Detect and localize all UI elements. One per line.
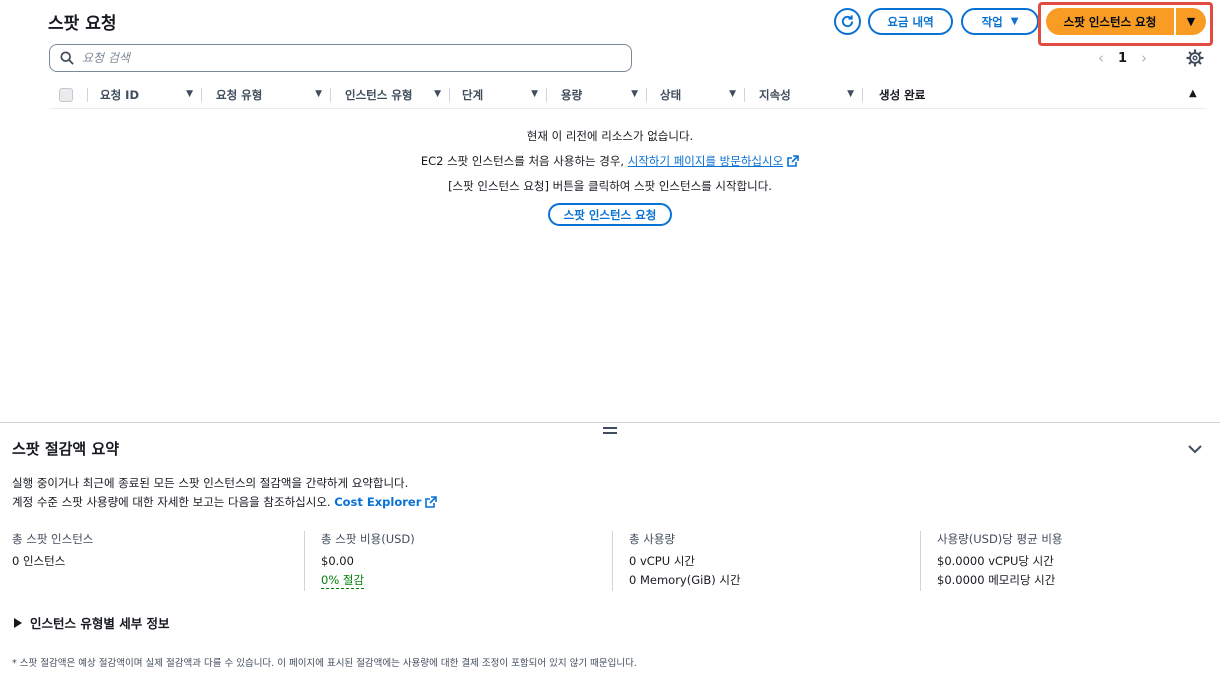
sort-icon: ▼ bbox=[434, 89, 441, 99]
metric-value: 0 인스턴스 bbox=[12, 554, 66, 568]
chevron-down-icon[interactable] bbox=[1187, 443, 1203, 455]
metric-total-spot-instances: 총 스팟 인스턴스 0 인스턴스 bbox=[12, 530, 292, 590]
column-header-request-type[interactable]: 요청 유형 ▼ bbox=[202, 84, 330, 106]
select-all-checkbox[interactable] bbox=[59, 88, 73, 102]
metric-value: 0 Memory(GiB) 시간 bbox=[629, 573, 741, 587]
savings-summary-description: 실행 중이거나 최근에 종료된 모든 스팟 인스턴스의 절감액을 간략하게 요약… bbox=[12, 474, 438, 512]
column-header-persistence[interactable]: 지속성 ▼ bbox=[745, 84, 862, 106]
metric-average-cost: 사용량(USD)당 평균 비용 $0.0000 vCPU당 시간 $0.0000… bbox=[937, 530, 1207, 590]
column-header-label: 용량 bbox=[561, 88, 583, 102]
metric-label: 총 스팟 인스턴스 bbox=[12, 532, 94, 546]
description-prefix: 계정 수준 스팟 사용량에 대한 자세한 보고는 다음을 참조하십시오. bbox=[12, 495, 335, 509]
caret-down-icon: ▼ bbox=[1010, 16, 1019, 27]
sort-icon: ▼ bbox=[847, 89, 854, 99]
column-header-label: 요청 ID bbox=[100, 88, 139, 102]
caret-right-icon bbox=[14, 617, 22, 628]
empty-state-getting-started: EC2 스팟 인스턴스를 처음 사용하는 경우, 시작하기 페이지를 방문하십시… bbox=[0, 151, 1220, 176]
metric-divider bbox=[304, 531, 305, 591]
description-line: 실행 중이거나 최근에 종료된 모든 스팟 인스턴스의 절감액을 간략하게 요약… bbox=[12, 476, 409, 490]
metric-label: 사용량(USD)당 평균 비용 bbox=[937, 532, 1063, 546]
resize-handle-icon[interactable] bbox=[603, 427, 617, 435]
empty-state-request-spot-button[interactable]: 스팟 인스턴스 요청 bbox=[548, 203, 672, 226]
refresh-icon bbox=[841, 15, 854, 28]
request-spot-instances-label: 스팟 인스턴스 요청 bbox=[1063, 14, 1157, 29]
metric-total-usage: 총 사용량 0 vCPU 시간 0 Memory(GiB) 시간 bbox=[629, 530, 909, 590]
request-spot-instances-dropdown-button[interactable]: ▼ bbox=[1176, 8, 1206, 35]
metric-total-spot-cost: 총 스팟 비용(USD) $0.00 0% 절감 bbox=[321, 530, 601, 590]
metric-value: $0.0000 vCPU당 시간 bbox=[937, 554, 1054, 568]
getting-started-link[interactable]: 시작하기 페이지를 방문하십시오 bbox=[628, 154, 783, 168]
spot-requests-page: 스팟 요청 요금 내역 작업 ▼ 스팟 인스턴스 요청 ▼ ‹ 1 › bbox=[0, 0, 1220, 696]
metric-value: $0.0000 메모리당 시간 bbox=[937, 573, 1056, 587]
current-page-number[interactable]: 1 bbox=[1118, 51, 1127, 66]
sort-icon: ▼ bbox=[631, 89, 638, 99]
empty-state: 현재 이 리전에 리소스가 없습니다. EC2 스팟 인스턴스를 처음 사용하는… bbox=[0, 126, 1220, 226]
sort-ascending-icon[interactable]: ▲ bbox=[1189, 88, 1197, 99]
empty-state-instructions: [스팟 인스턴스 요청] 버튼을 클릭하여 스팟 인스턴스를 시작합니다. bbox=[448, 179, 772, 193]
column-header-label: 인스턴스 유형 bbox=[345, 88, 413, 102]
billing-history-button[interactable]: 요금 내역 bbox=[868, 8, 953, 35]
empty-state-prefix: EC2 스팟 인스턴스를 처음 사용하는 경우, bbox=[420, 154, 628, 168]
column-header-label: 단계 bbox=[462, 88, 484, 102]
page-title: 스팟 요청 bbox=[48, 14, 117, 34]
metric-value: $0.00 bbox=[321, 554, 354, 568]
column-header-request-id[interactable]: 요청 ID ▼ bbox=[88, 84, 201, 106]
savings-summary-title: 스팟 절감액 요약 bbox=[12, 440, 120, 458]
column-header-created[interactable]: 생성 완료 bbox=[863, 84, 1203, 106]
empty-state-button-label: 스팟 인스턴스 요청 bbox=[563, 207, 657, 222]
instance-type-details-toggle[interactable]: 인스턴스 유형별 세부 정보 bbox=[14, 613, 170, 632]
gear-icon[interactable] bbox=[1186, 49, 1204, 67]
search-input[interactable] bbox=[82, 51, 602, 65]
cost-explorer-link[interactable]: Cost Explorer bbox=[334, 495, 421, 509]
caret-down-icon: ▼ bbox=[1186, 15, 1196, 28]
metric-value: 0 vCPU 시간 bbox=[629, 554, 695, 568]
column-header-phase[interactable]: 단계 ▼ bbox=[450, 84, 546, 106]
refresh-button[interactable] bbox=[834, 8, 861, 35]
empty-state-message: 현재 이 리전에 리소스가 없습니다. bbox=[526, 129, 694, 143]
column-header-label: 지속성 bbox=[759, 88, 791, 102]
column-header-instance-type[interactable]: 인스턴스 유형 ▼ bbox=[331, 84, 449, 106]
table-header: 요청 ID ▼ 요청 유형 ▼ 인스턴스 유형 ▼ 단계 ▼ 용량 ▼ 상태 ▼ bbox=[49, 84, 1207, 109]
details-label: 인스턴스 유형별 세부 정보 bbox=[30, 616, 170, 631]
external-link-icon bbox=[425, 496, 438, 508]
search-field[interactable] bbox=[49, 44, 632, 72]
sort-icon: ▼ bbox=[315, 89, 322, 99]
pagination: ‹ 1 › bbox=[1098, 48, 1147, 68]
previous-page-icon[interactable]: ‹ bbox=[1098, 49, 1104, 67]
request-spot-instances-button[interactable]: 스팟 인스턴스 요청 bbox=[1046, 8, 1174, 35]
search-icon bbox=[60, 51, 74, 65]
actions-label: 작업 bbox=[981, 14, 1003, 29]
column-header-label: 요청 유형 bbox=[216, 88, 263, 102]
sort-icon: ▼ bbox=[186, 89, 193, 99]
savings-footnote: * 스팟 절감액은 예상 절감액이며 실제 절감액과 다를 수 있습니다. 이 … bbox=[12, 658, 637, 669]
savings-percentage[interactable]: 0% 절감 bbox=[321, 573, 365, 589]
actions-dropdown-button[interactable]: 작업 ▼ bbox=[961, 8, 1039, 35]
metric-divider bbox=[612, 531, 613, 591]
column-header-status[interactable]: 상태 ▼ bbox=[647, 84, 744, 106]
split-panel-divider bbox=[0, 422, 1220, 423]
description-line: 계정 수준 스팟 사용량에 대한 자세한 보고는 다음을 참조하십시오. Cos… bbox=[12, 493, 438, 512]
metric-label: 총 사용량 bbox=[629, 532, 675, 546]
column-header-label: 상태 bbox=[660, 88, 682, 102]
column-header-capacity[interactable]: 용량 ▼ bbox=[547, 84, 646, 106]
sort-icon: ▼ bbox=[729, 89, 736, 99]
sort-icon: ▼ bbox=[531, 89, 538, 99]
column-header-label: 생성 완료 bbox=[879, 88, 926, 102]
external-link-icon bbox=[787, 155, 799, 167]
billing-history-label: 요금 내역 bbox=[887, 14, 934, 29]
next-page-icon[interactable]: › bbox=[1141, 49, 1147, 67]
metric-divider bbox=[920, 531, 921, 591]
metric-label: 총 스팟 비용(USD) bbox=[321, 532, 415, 546]
